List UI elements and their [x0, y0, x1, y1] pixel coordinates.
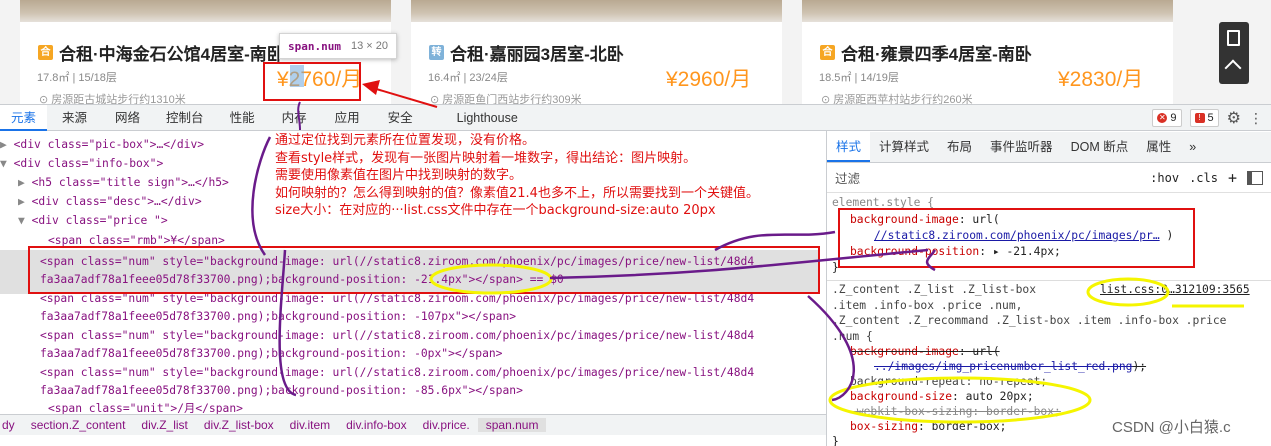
devtools-status: ✕ 9 ! 5 ⚙ ⋮ — [1152, 105, 1271, 131]
breadcrumb-item-current[interactable]: span.num — [477, 418, 547, 432]
floating-toolbar — [1219, 22, 1249, 84]
breadcrumb-item[interactable]: div.info-box — [338, 418, 414, 432]
listing-desc: 18.5㎡ | 14/19层 — [819, 72, 899, 84]
tab-elements[interactable]: 元素 — [0, 104, 48, 131]
hover-state-toggle[interactable]: :hov — [1150, 171, 1179, 185]
tooltip-selector: span.num — [288, 39, 341, 53]
more-menu-icon[interactable]: ⋮ — [1249, 110, 1263, 127]
document-icon[interactable] — [1227, 30, 1240, 46]
inspect-tooltip: span.num 13 × 20 — [279, 33, 397, 59]
tab-dom-breakpoints[interactable]: DOM 断点 — [1062, 132, 1138, 162]
dom-node[interactable]: fa3aa7adf78a1feee05d78f33700.png);backgr… — [40, 308, 516, 326]
tab-application[interactable]: 应用 — [321, 105, 374, 131]
breadcrumb-item[interactable]: div.price. — [415, 418, 478, 432]
tab-layout[interactable]: 布局 — [938, 132, 981, 162]
dom-node[interactable]: ▼ <div class="price "> — [18, 212, 168, 230]
breadcrumb-item[interactable]: dy — [0, 418, 23, 432]
style-declaration[interactable]: background-repeat: no-repeat; — [850, 374, 1047, 390]
dom-node[interactable]: <span class="num" style="background-imag… — [40, 364, 754, 382]
tab-lighthouse[interactable]: Lighthouse — [427, 105, 548, 131]
listing-photo — [802, 0, 1173, 22]
dom-node[interactable]: ▶ <div class="pic-box">…</div> — [0, 136, 204, 154]
annotation-line: size大小：在对应的···list.css文件中存在一个background-… — [275, 203, 716, 218]
annotation-line: 如何映射的？怎么得到映射的值？像素值21.4也多不上，所以需要找到一个关键值。 — [275, 185, 759, 201]
tooltip-size: 13 × 20 — [350, 40, 388, 52]
listing-card[interactable]: 转 合租·嘉丽园3居室-北卧 16.4㎡ | 23/24层 ¥2960/月 ⊙ … — [411, 0, 782, 104]
annotation-line: 查看style样式，发现有一张图片映射着一堆数字，得出结论：图片映射。 — [275, 150, 697, 166]
class-toggle[interactable]: .cls — [1189, 171, 1218, 185]
element-style-highlight-box — [838, 208, 1195, 268]
breadcrumb-item[interactable]: div.Z_list — [133, 418, 195, 432]
breadcrumb-item[interactable]: div.Z_list-box — [196, 418, 282, 432]
listing-title[interactable]: 合 合租·雍景四季4居室-南卧 — [820, 40, 1032, 65]
more-tabs-icon[interactable]: » — [1180, 132, 1205, 162]
tab-console[interactable]: 控制台 — [153, 105, 217, 131]
tab-sources[interactable]: 来源 — [47, 105, 102, 131]
styles-filter-bar: 过滤 :hov .cls + — [827, 163, 1271, 193]
annotation-line: 通过定位找到元素所在位置发现，没有价格。 — [275, 133, 536, 148]
selected-span-highlight-box — [28, 246, 820, 294]
listing-location: ⊙ 房源距鱼门西站步行约309米 — [430, 94, 582, 104]
breadcrumb-item[interactable]: div.item — [282, 418, 338, 432]
gear-icon[interactable]: ⚙ — [1227, 108, 1241, 128]
tab-event-listeners[interactable]: 事件监听器 — [981, 132, 1062, 162]
dom-node[interactable]: <span class="num" style="background-imag… — [40, 327, 754, 345]
breadcrumb: dy section.Z_content div.Z_list div.Z_li… — [0, 414, 826, 435]
annotation-line: 需要使用像素值在图片中找到映射的数字。 — [275, 168, 523, 183]
listing-location: ⊙ 房源距西苹村站步行约260米 — [821, 94, 973, 104]
dom-node[interactable]: ▶ <h5 class="title sign">…</h5> — [18, 174, 229, 192]
error-icon: ✕ — [1157, 113, 1168, 123]
watermark: CSDN @小白猿.c — [1112, 419, 1231, 436]
tab-styles[interactable]: 样式 — [827, 132, 871, 162]
listing-desc: 17.8㎡ | 15/18层 — [37, 72, 117, 84]
listing-location: ⊙ 房源距古城站步行约1310米 — [39, 94, 186, 104]
rule-divider — [827, 280, 1271, 281]
shared-tag-icon: 合 — [820, 45, 835, 60]
rule-source-link[interactable]: list.css:0…312109:3565 — [1100, 282, 1250, 298]
tab-network[interactable]: 网络 — [102, 105, 153, 131]
listing-price: ¥2960/月 — [666, 68, 752, 91]
listing-price: ¥2830/月 — [1058, 68, 1144, 91]
listing-title[interactable]: 转 合租·嘉丽园3居室-北卧 — [429, 40, 624, 65]
dom-node[interactable]: fa3aa7adf78a1feee05d78f33700.png);backgr… — [40, 345, 503, 363]
annotation-notes: 通过定位找到元素所在位置发现，没有价格。 查看style样式，发现有一张图片映射… — [275, 132, 759, 220]
shared-tag-icon: 合 — [38, 45, 53, 60]
devtools-tabbar: 元素 来源 网络 控制台 性能 内存 应用 安全 Lighthouse ✕ 9 !… — [0, 104, 1271, 131]
add-rule-button[interactable]: + — [1228, 169, 1237, 187]
breadcrumb-item[interactable]: section.Z_content — [23, 418, 134, 432]
style-url[interactable]: ../images/img_pricenumber_list_red.png); — [874, 359, 1146, 375]
back-to-top-icon[interactable] — [1224, 59, 1242, 77]
style-declaration-overridden[interactable]: background-image: url( — [850, 344, 1000, 360]
tab-properties[interactable]: 属性 — [1137, 132, 1180, 162]
filter-input[interactable]: 过滤 — [835, 168, 860, 187]
listing-card[interactable]: 合 合租·雍景四季4居室-南卧 18.5㎡ | 14/19层 ¥2830/月 ⊙… — [802, 0, 1173, 104]
transfer-tag-icon: 转 — [429, 45, 444, 60]
style-declaration[interactable]: box-sizing: border-box; — [850, 419, 1006, 435]
listing-title[interactable]: 合 合租·中海金石公馆4居室-南卧 — [38, 40, 284, 65]
rule-close: } — [832, 435, 839, 446]
price-highlight-box — [263, 62, 361, 101]
dom-node[interactable]: fa3aa7adf78a1feee05d78f33700.png);backgr… — [40, 382, 523, 400]
location-pin-icon: ⊙ — [430, 94, 443, 104]
warning-counter[interactable]: ! 5 — [1189, 109, 1219, 127]
style-declaration-overridden[interactable]: -webkit-box-sizing: border-box; — [850, 404, 1061, 420]
issue-icon: ! — [1194, 113, 1205, 123]
listing-area: 合 合租·中海金石公馆4居室-南卧 17.8㎡ | 15/18层 ¥2760/月… — [0, 0, 1271, 104]
tab-security[interactable]: 安全 — [374, 105, 427, 131]
tab-performance[interactable]: 性能 — [217, 105, 268, 131]
error-counter[interactable]: ✕ 9 — [1152, 109, 1182, 127]
location-pin-icon: ⊙ — [821, 94, 834, 104]
location-pin-icon: ⊙ — [39, 94, 52, 104]
sidebar-tabbar: 样式 计算样式 布局 事件监听器 DOM 断点 属性 » — [827, 132, 1271, 163]
style-declaration[interactable]: background-size: auto 20px; — [850, 389, 1034, 405]
tab-memory[interactable]: 内存 — [268, 105, 321, 131]
dom-node[interactable]: ▼ <div class="info-box"> — [0, 155, 163, 173]
toggle-sidebar-icon[interactable] — [1247, 171, 1263, 185]
dom-node[interactable]: ▶ <div class="desc">…</div> — [18, 193, 202, 211]
tab-computed[interactable]: 计算样式 — [870, 132, 938, 162]
listing-photo — [411, 0, 782, 22]
dom-node[interactable]: <span class="unit">/月</span> — [48, 400, 243, 414]
listing-desc: 16.4㎡ | 23/24层 — [428, 72, 508, 84]
listing-photo — [20, 0, 391, 22]
